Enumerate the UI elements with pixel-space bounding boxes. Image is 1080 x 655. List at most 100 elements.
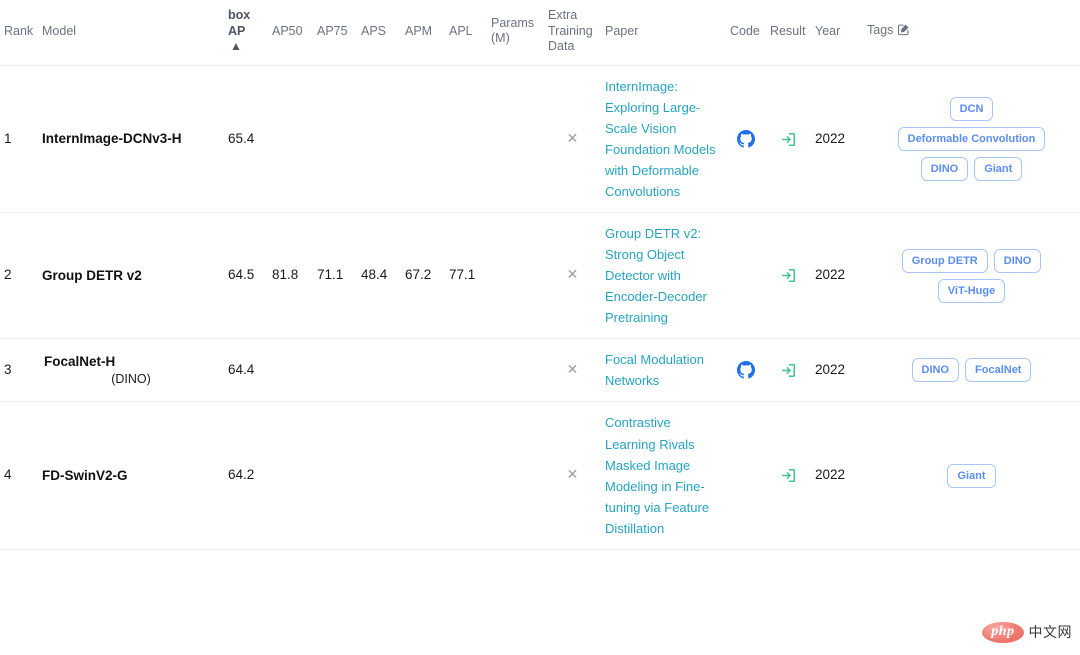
cell-box-ap: 64.4 — [224, 338, 268, 403]
cell-model[interactable]: FocalNet-H (DINO) — [38, 338, 224, 403]
column-label-box-ap: box AP — [228, 8, 251, 38]
cell-year: 2022 — [811, 212, 863, 340]
table-row[interactable]: 1 InternImage-DCNv3-H 65.4 ✕ InternImage… — [0, 65, 1080, 214]
cell-paper[interactable]: Contrastive Learning Rivals Masked Image… — [601, 401, 726, 550]
cell-model[interactable]: FD-SwinV2-G — [38, 401, 224, 550]
cell-result[interactable] — [766, 338, 811, 403]
cell-params — [487, 338, 544, 403]
cell-ap50 — [268, 338, 313, 403]
column-header-box-ap[interactable]: box AP▲ — [224, 0, 268, 66]
column-header-code[interactable]: Code — [726, 0, 766, 66]
cell-rank: 2 — [0, 212, 38, 340]
cell-rank: 4 — [0, 401, 38, 550]
paper-link[interactable]: Group DETR v2: Strong Object Detector wi… — [605, 223, 722, 328]
enter-box-icon[interactable] — [770, 362, 807, 379]
cell-code[interactable] — [726, 65, 766, 214]
table-row[interactable]: 2 Group DETR v2 64.5 81.8 71.1 48.4 67.2… — [0, 212, 1080, 340]
column-header-rank[interactable]: Rank — [0, 0, 38, 66]
cell-result[interactable] — [766, 212, 811, 340]
edit-square-icon[interactable] — [897, 23, 910, 41]
cell-tags[interactable]: DINO FocalNet — [863, 338, 1080, 403]
cell-model[interactable]: InternImage-DCNv3-H — [38, 65, 224, 214]
tag-chip[interactable]: Deformable Convolution — [897, 126, 1046, 152]
paper-link[interactable]: InternImage: Exploring Large-Scale Visio… — [605, 76, 722, 202]
cell-year: 2022 — [811, 338, 863, 403]
cell-tags[interactable]: Group DETR DINO ViT-Huge — [863, 212, 1080, 340]
column-label-ap50: AP50 — [272, 23, 303, 38]
tag-list: DCN Deformable Convolution DINO Giant — [867, 94, 1076, 184]
tag-chip[interactable]: Group DETR — [901, 248, 988, 273]
cell-apm — [401, 65, 445, 214]
tag-chip[interactable]: ViT-Huge — [937, 278, 1006, 303]
column-header-paper[interactable]: Paper — [601, 0, 726, 66]
cell-code[interactable] — [726, 338, 766, 403]
column-header-extra-training-data[interactable]: Extra Training Data — [544, 0, 601, 66]
column-header-apl[interactable]: APL — [445, 0, 487, 66]
tag-chip[interactable]: DINO — [993, 248, 1042, 273]
tag-chip[interactable]: Giant — [947, 463, 996, 488]
cell-tags[interactable]: DCN Deformable Convolution DINO Giant — [863, 65, 1080, 214]
cell-rank: 3 — [0, 338, 38, 403]
column-header-ap50[interactable]: AP50 — [268, 0, 313, 66]
column-label-extra-training-data: Extra Training Data — [548, 8, 593, 54]
enter-box-icon[interactable] — [770, 131, 807, 148]
cell-aps — [357, 65, 401, 214]
tag-chip[interactable]: DINO — [911, 358, 960, 383]
leaderboard-table: Rank Model box AP▲ AP50 AP75 APS APM APL… — [0, 0, 1080, 550]
tag-chip[interactable]: FocalNet — [965, 358, 1032, 383]
cell-ap75 — [313, 401, 357, 550]
model-name[interactable]: FocalNet-H — [42, 353, 220, 371]
cell-ap50: 81.8 — [268, 212, 313, 340]
cell-paper[interactable]: Focal Modulation Networks — [601, 338, 726, 403]
cross-icon: ✕ — [566, 360, 579, 377]
enter-box-icon[interactable] — [770, 467, 807, 484]
cell-aps: 48.4 — [357, 212, 401, 340]
cell-apm — [401, 401, 445, 550]
column-header-params[interactable]: Params (M) — [487, 0, 544, 66]
enter-box-icon[interactable] — [770, 267, 807, 284]
column-header-apm[interactable]: APM — [401, 0, 445, 66]
paper-link[interactable]: Contrastive Learning Rivals Masked Image… — [605, 412, 722, 538]
column-header-year[interactable]: Year — [811, 0, 863, 66]
cross-icon: ✕ — [566, 129, 579, 146]
cell-ap75 — [313, 65, 357, 214]
cell-apm — [401, 338, 445, 403]
tag-chip[interactable]: DCN — [949, 96, 994, 121]
tag-list: Group DETR DINO ViT-Huge — [867, 246, 1076, 306]
column-label-model: Model — [42, 23, 77, 38]
table-row[interactable]: 4 FD-SwinV2-G 64.2 ✕ Contrastive Learnin… — [0, 401, 1080, 550]
column-header-tags[interactable]: Tags — [863, 0, 1080, 66]
cell-paper[interactable]: InternImage: Exploring Large-Scale Visio… — [601, 65, 726, 214]
cell-box-ap: 64.2 — [224, 401, 268, 550]
sort-ascending-arrow-icon[interactable]: ▲ — [230, 39, 242, 53]
cell-extra-training-data: ✕ — [544, 338, 601, 403]
cell-model[interactable]: Group DETR v2 — [38, 212, 224, 340]
model-name[interactable]: InternImage-DCNv3-H — [42, 130, 220, 148]
column-header-ap75[interactable]: AP75 — [313, 0, 357, 66]
cross-icon: ✕ — [566, 466, 579, 483]
model-name[interactable]: Group DETR v2 — [42, 267, 220, 285]
table-row[interactable]: 3 FocalNet-H (DINO) 64.4 ✕ Focal Modulat… — [0, 338, 1080, 403]
column-header-result[interactable]: Result — [766, 0, 811, 66]
tag-chip[interactable]: Giant — [974, 157, 1023, 182]
cell-box-ap: 64.5 — [224, 212, 268, 340]
cell-result[interactable] — [766, 401, 811, 550]
model-name[interactable]: FD-SwinV2-G — [42, 467, 220, 485]
cell-extra-training-data: ✕ — [544, 212, 601, 340]
paper-link[interactable]: Focal Modulation Networks — [605, 349, 722, 391]
github-icon[interactable] — [730, 130, 762, 148]
cell-code — [726, 212, 766, 340]
cell-year: 2022 — [811, 65, 863, 214]
header-row: Rank Model box AP▲ AP50 AP75 APS APM APL… — [0, 0, 1080, 66]
cell-tags[interactable]: Giant — [863, 401, 1080, 550]
cell-apm: 67.2 — [401, 212, 445, 340]
column-label-code: Code — [730, 23, 760, 38]
cell-paper[interactable]: Group DETR v2: Strong Object Detector wi… — [601, 212, 726, 340]
tag-chip[interactable]: DINO — [920, 157, 969, 182]
github-icon[interactable] — [730, 361, 762, 379]
column-header-aps[interactable]: APS — [357, 0, 401, 66]
tag-list: DINO FocalNet — [867, 355, 1076, 385]
cell-apl: 77.1 — [445, 212, 487, 340]
cell-result[interactable] — [766, 65, 811, 214]
column-header-model[interactable]: Model — [38, 0, 224, 66]
